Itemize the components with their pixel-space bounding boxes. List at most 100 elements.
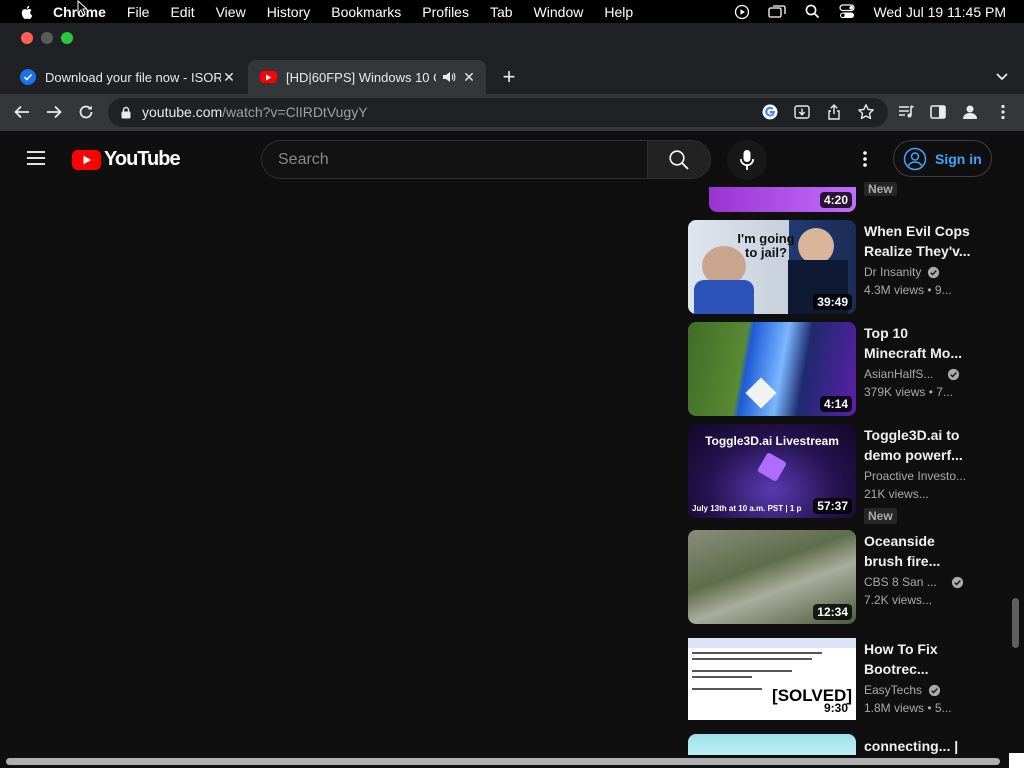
microphone-icon bbox=[739, 150, 755, 170]
video-title[interactable]: Top 10 Minecraft Mo... bbox=[864, 323, 974, 363]
close-window-button[interactable] bbox=[21, 32, 33, 44]
video-title-line: Oceanside bbox=[864, 533, 935, 549]
zoom-window-button[interactable] bbox=[61, 32, 73, 44]
horizontal-scrollbar-thumb[interactable] bbox=[6, 758, 1000, 765]
url-text[interactable]: youtube.com/watch?v=ClIRDtVugyY bbox=[142, 104, 368, 120]
share-icon[interactable] bbox=[825, 103, 843, 126]
apple-icon[interactable] bbox=[19, 4, 35, 20]
play-status-icon[interactable] bbox=[733, 3, 751, 21]
profile-icon[interactable] bbox=[961, 103, 979, 126]
screen-mirroring-icon[interactable] bbox=[768, 3, 787, 21]
channel-label: Proactive Investo... bbox=[864, 469, 967, 483]
video-meta: 7.2K views... bbox=[864, 593, 933, 607]
install-app-icon[interactable] bbox=[793, 103, 811, 126]
search-input[interactable]: Search bbox=[261, 140, 648, 179]
thumbnail-window-bar bbox=[688, 638, 856, 648]
video-thumbnail[interactable] bbox=[688, 734, 856, 755]
thumbnail-subcaption: July 13th at 10 a.m. PST | 1 p bbox=[692, 504, 802, 513]
menu-bookmarks[interactable]: Bookmarks bbox=[331, 4, 401, 20]
sign-in-button[interactable]: Sign in bbox=[893, 140, 992, 177]
side-panel-icon[interactable] bbox=[929, 103, 947, 126]
video-thumbnail[interactable]: I'm going to jail? 39:49 bbox=[688, 220, 856, 314]
url-host: youtube.com bbox=[142, 104, 223, 120]
forward-icon[interactable] bbox=[44, 102, 64, 122]
tab-search-chevron-icon[interactable] bbox=[994, 68, 1010, 84]
thumbnail-console-line bbox=[692, 658, 812, 660]
google-lens-icon[interactable] bbox=[761, 103, 779, 126]
vertical-scrollbar-thumb[interactable] bbox=[1012, 598, 1019, 648]
channel-label: Dr Insanity bbox=[864, 265, 922, 279]
channel-name[interactable]: Dr Insanity bbox=[864, 265, 940, 279]
video-title-line: Top 10 bbox=[864, 325, 909, 341]
thumbnail-console-line bbox=[692, 676, 752, 678]
recommendation-item[interactable]: connecting... | bbox=[688, 734, 988, 755]
tab-download[interactable]: Download your file now - ISORI ✕ bbox=[8, 60, 246, 94]
video-duration: 4:14 bbox=[819, 396, 852, 412]
video-title[interactable]: How To Fix Bootrec... bbox=[864, 639, 974, 679]
recommendation-item[interactable]: 4:14 Top 10 Minecraft Mo... AsianHalfS...… bbox=[688, 322, 988, 418]
video-title-line: When Evil Cops bbox=[864, 223, 970, 239]
close-tab-icon[interactable]: ✕ bbox=[462, 70, 476, 84]
lock-icon[interactable] bbox=[120, 106, 132, 124]
speaker-icon[interactable] bbox=[442, 70, 456, 87]
minimize-window-button[interactable] bbox=[41, 32, 53, 44]
menu-history[interactable]: History bbox=[267, 4, 311, 20]
hamburger-menu-icon[interactable] bbox=[26, 149, 46, 172]
channel-name[interactable]: EasyTechs bbox=[864, 683, 941, 697]
video-title[interactable]: connecting... | bbox=[864, 736, 974, 755]
menu-profiles[interactable]: Profiles bbox=[422, 4, 469, 20]
video-title[interactable]: Oceanside brush fire... bbox=[864, 531, 974, 571]
video-meta: 1.8M views • 5... bbox=[864, 701, 952, 715]
search-button[interactable] bbox=[647, 140, 711, 179]
menubar-clock[interactable]: Wed Jul 19 11:45 PM bbox=[873, 4, 1006, 20]
menu-window[interactable]: Window bbox=[534, 4, 584, 20]
channel-name[interactable]: CBS 8 San ... bbox=[864, 575, 964, 589]
search-placeholder: Search bbox=[278, 151, 329, 168]
recommendation-item[interactable]: Toggle3D.ai Livestream July 13th at 10 a… bbox=[688, 424, 988, 524]
settings-more-icon[interactable] bbox=[856, 149, 874, 174]
video-title[interactable]: Toggle3D.ai to demo powerf... bbox=[864, 425, 974, 465]
recommendation-item[interactable]: [SOLVED] 9:30 How To Fix Bootrec... EasyT… bbox=[688, 638, 988, 734]
video-thumbnail[interactable]: 4:20 bbox=[709, 187, 856, 212]
menu-tab[interactable]: Tab bbox=[490, 4, 513, 20]
video-duration: 9:30 bbox=[823, 701, 848, 715]
menu-help[interactable]: Help bbox=[604, 4, 633, 20]
video-meta: 379K views • 7... bbox=[864, 385, 953, 399]
video-title[interactable]: When Evil Cops Realize They'v... bbox=[864, 221, 974, 261]
video-duration: 12:34 bbox=[813, 604, 852, 620]
video-title-line: How To Fix bbox=[864, 641, 938, 657]
thumbnail-caption: Toggle3D.ai Livestream bbox=[705, 434, 839, 448]
video-thumbnail[interactable]: 4:14 bbox=[688, 322, 856, 416]
video-title-line: Bootrec... bbox=[864, 661, 929, 677]
menu-file[interactable]: File bbox=[127, 4, 150, 20]
back-icon[interactable] bbox=[12, 102, 32, 122]
menu-view[interactable]: View bbox=[216, 4, 246, 20]
video-duration: 4:20 bbox=[819, 192, 852, 208]
reload-icon[interactable] bbox=[76, 102, 96, 122]
tab-youtube[interactable]: [HD|60FPS] Windows 10 C ✕ bbox=[248, 60, 486, 94]
media-control-icon[interactable] bbox=[897, 103, 915, 126]
youtube-logo[interactable]: YouTube bbox=[72, 148, 181, 171]
isori-favicon-icon bbox=[20, 69, 36, 85]
voice-search-button[interactable] bbox=[727, 140, 767, 180]
menu-edit[interactable]: Edit bbox=[170, 4, 194, 20]
video-title-line: demo powerf... bbox=[864, 447, 963, 463]
close-tab-icon[interactable]: ✕ bbox=[222, 70, 236, 84]
new-tab-button[interactable]: + bbox=[499, 66, 519, 88]
video-duration: 57:37 bbox=[813, 498, 852, 514]
control-center-icon[interactable] bbox=[838, 3, 856, 21]
verified-check-icon bbox=[928, 266, 940, 278]
video-thumbnail[interactable]: [SOLVED] 9:30 bbox=[688, 638, 856, 720]
video-thumbnail[interactable]: 12:34 bbox=[688, 530, 856, 624]
recommendation-item[interactable]: I'm going to jail? 39:49 When Evil Cops R… bbox=[688, 220, 988, 316]
video-thumbnail[interactable]: Toggle3D.ai Livestream July 13th at 10 a… bbox=[688, 424, 856, 518]
channel-label: EasyTechs bbox=[864, 683, 923, 697]
recommendation-item[interactable]: 12:34 Oceanside brush fire... CBS 8 San .… bbox=[688, 530, 988, 626]
recommendation-item[interactable]: 4:20 New bbox=[688, 182, 988, 213]
bookmark-star-icon[interactable] bbox=[857, 103, 875, 126]
video-title-line: Minecraft Mo... bbox=[864, 345, 963, 361]
channel-name[interactable]: Proactive Investo... bbox=[864, 469, 966, 483]
channel-name[interactable]: AsianHalfS... bbox=[864, 367, 960, 381]
spotlight-search-icon[interactable] bbox=[803, 3, 821, 21]
chrome-menu-icon[interactable] bbox=[994, 103, 1012, 126]
